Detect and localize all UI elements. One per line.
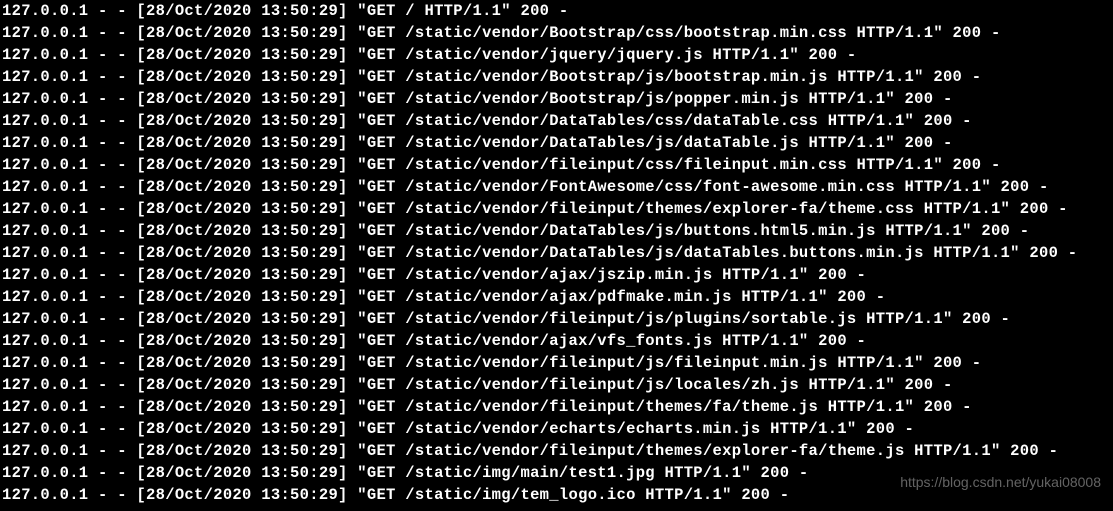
log-line: 127.0.0.1 - - [28/Oct/2020 13:50:29] "GE… — [2, 286, 1111, 308]
log-line: 127.0.0.1 - - [28/Oct/2020 13:50:29] "GE… — [2, 440, 1111, 462]
log-line: 127.0.0.1 - - [28/Oct/2020 13:50:29] "GE… — [2, 418, 1111, 440]
log-line: 127.0.0.1 - - [28/Oct/2020 13:50:29] "GE… — [2, 88, 1111, 110]
log-line: 127.0.0.1 - - [28/Oct/2020 13:50:29] "GE… — [2, 396, 1111, 418]
log-line: 127.0.0.1 - - [28/Oct/2020 13:50:29] "GE… — [2, 220, 1111, 242]
log-line: 127.0.0.1 - - [28/Oct/2020 13:50:29] "GE… — [2, 44, 1111, 66]
log-line: 127.0.0.1 - - [28/Oct/2020 13:50:29] "GE… — [2, 264, 1111, 286]
log-line: 127.0.0.1 - - [28/Oct/2020 13:50:29] "GE… — [2, 176, 1111, 198]
log-line: 127.0.0.1 - - [28/Oct/2020 13:50:29] "GE… — [2, 352, 1111, 374]
log-line: 127.0.0.1 - - [28/Oct/2020 13:50:29] "GE… — [2, 132, 1111, 154]
log-line: 127.0.0.1 - - [28/Oct/2020 13:50:29] "GE… — [2, 110, 1111, 132]
log-line: 127.0.0.1 - - [28/Oct/2020 13:50:29] "GE… — [2, 0, 1111, 22]
log-line: 127.0.0.1 - - [28/Oct/2020 13:50:29] "GE… — [2, 330, 1111, 352]
log-line: 127.0.0.1 - - [28/Oct/2020 13:50:29] "GE… — [2, 154, 1111, 176]
log-line: 127.0.0.1 - - [28/Oct/2020 13:50:29] "GE… — [2, 66, 1111, 88]
log-line: 127.0.0.1 - - [28/Oct/2020 13:50:29] "GE… — [2, 198, 1111, 220]
watermark: https://blog.csdn.net/yukai08008 — [900, 473, 1101, 493]
log-line: 127.0.0.1 - - [28/Oct/2020 13:50:29] "GE… — [2, 308, 1111, 330]
terminal-output[interactable]: 127.0.0.1 - - [28/Oct/2020 13:50:29] "GE… — [0, 0, 1113, 506]
log-line: 127.0.0.1 - - [28/Oct/2020 13:50:29] "GE… — [2, 374, 1111, 396]
log-line: 127.0.0.1 - - [28/Oct/2020 13:50:29] "GE… — [2, 22, 1111, 44]
log-line: 127.0.0.1 - - [28/Oct/2020 13:50:29] "GE… — [2, 242, 1111, 264]
